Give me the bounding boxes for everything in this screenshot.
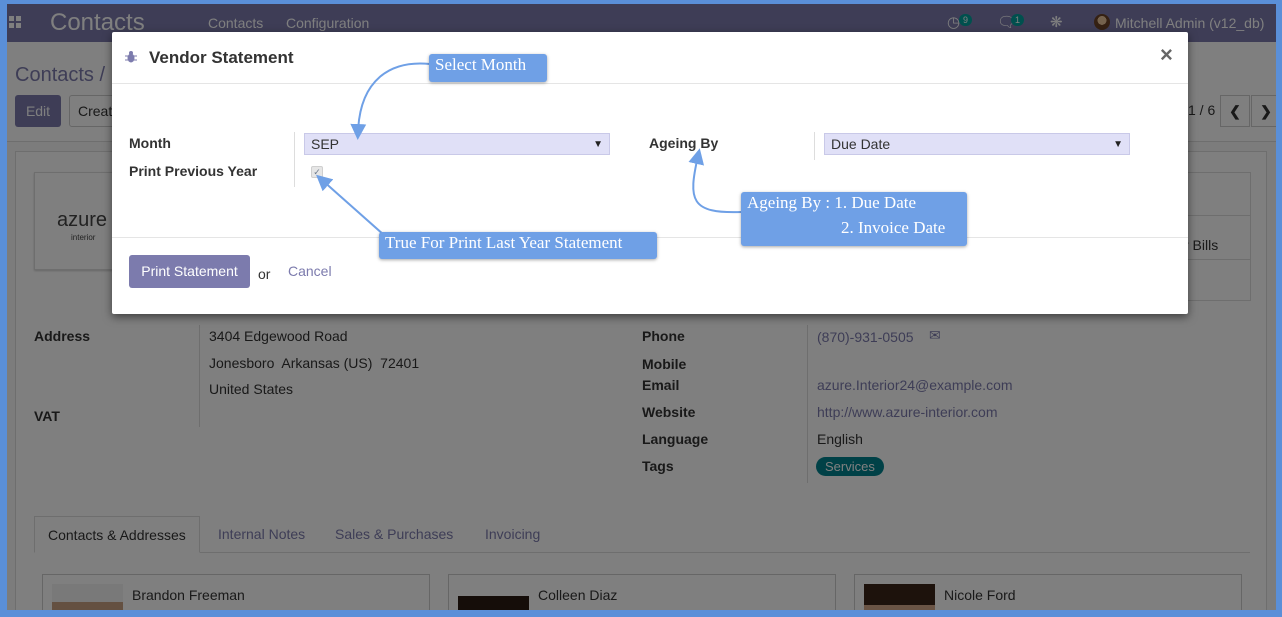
dropdown-arrow-icon: ▼ [1113,139,1123,150]
app-window: Contacts Contacts Configuration ◷ 9 🗨 1 … [7,4,1276,610]
ageing-by-label: Ageing By [649,135,719,151]
ageing-by-select[interactable]: Due Date ▼ [824,133,1130,155]
ageing-by-select-value: Due Date [831,136,891,152]
print-previous-year-checkbox[interactable]: ✓ [311,166,323,178]
print-statement-button[interactable]: Print Statement [129,255,250,288]
bug-icon [125,51,137,63]
dropdown-arrow-icon: ▼ [593,139,603,150]
callout-text: Select Month [435,55,527,74]
cancel-button[interactable]: Cancel [288,263,332,279]
month-label: Month [129,135,171,151]
close-icon[interactable]: × [1160,42,1173,68]
month-select[interactable]: SEP ▼ [304,133,610,155]
callout-print-last-year: True For Print Last Year Statement [379,232,657,259]
callout-text: True For Print Last Year Statement [385,233,623,252]
print-previous-year-label: Print Previous Year [129,163,258,179]
or-text: or [258,266,271,282]
callout-ageing-by: Ageing By : 1. Due Date 2. Invoice Date [741,192,967,246]
month-select-value: SEP [311,136,340,152]
vendor-statement-dialog: Vendor Statement × Month SEP ▼ Print Pre… [112,32,1188,314]
callout-text: 2. Invoice Date [841,218,946,237]
callout-select-month: Select Month [429,54,547,82]
callout-text: Ageing By : 1. Due Date [747,193,917,212]
dialog-title: Vendor Statement [149,48,294,67]
dialog-header: Vendor Statement × [112,32,1188,84]
